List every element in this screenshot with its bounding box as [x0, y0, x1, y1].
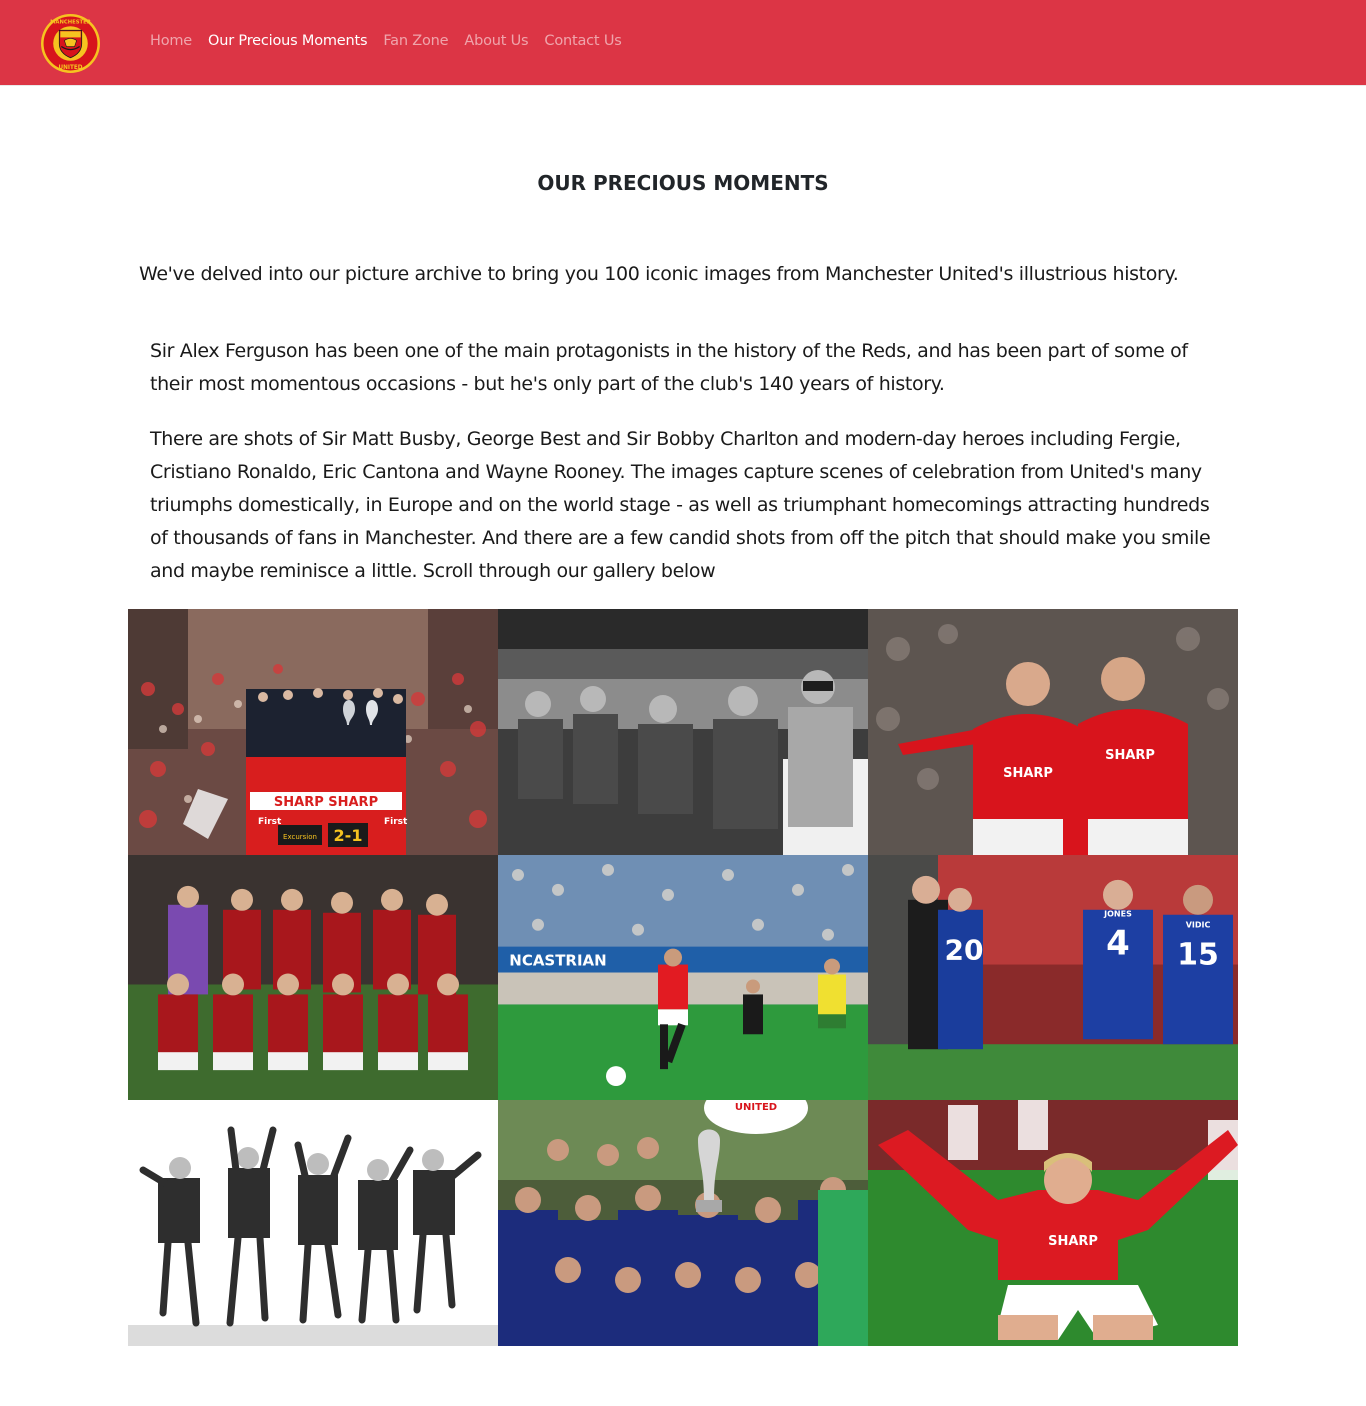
shirt-number-4: 4	[1106, 925, 1130, 964]
manchester-united-crest-icon[interactable]: MANCHESTER UNITED	[40, 13, 101, 74]
nav-precious-moments-link[interactable]: Our Precious Moments	[208, 33, 368, 49]
manager-hugging-player-photo[interactable]: 20 JONES 4 VIDIC 15	[868, 855, 1238, 1100]
shirt-sponsor-text: SHARP	[1003, 766, 1053, 781]
shirt-number-15: 15	[1177, 938, 1219, 973]
team-squad-photo[interactable]	[128, 855, 498, 1100]
bus-score-text: 2-1	[334, 826, 363, 845]
ferguson-paragraph: Sir Alex Ferguson has been one of the ma…	[150, 340, 1188, 395]
shirt-name-jones: JONES	[1103, 910, 1132, 919]
page-title: OUR PRECIOUS MOMENTS	[537, 171, 829, 195]
europa-league-trophy-celebration-photo[interactable]: UNITED	[498, 1100, 868, 1346]
nav-menu: Home Our Precious Moments Fan Zone About…	[150, 33, 622, 49]
shirt-name-vidic: VIDIC	[1186, 921, 1211, 930]
back-number-text: 20	[945, 934, 984, 967]
nav-about-us-link[interactable]: About Us	[464, 33, 528, 49]
nav-contact-us-link[interactable]: Contact Us	[544, 33, 621, 49]
player-knee-slide-photo[interactable]: SHARP	[868, 1100, 1238, 1346]
players-celebrating-photo[interactable]: SHARP SHARP	[868, 609, 1238, 855]
crest-text-bottom: UNITED	[59, 65, 83, 71]
player-running-match-photo[interactable]: NCASTRIAN	[498, 855, 868, 1100]
gallery-description-paragraph: There are shots of Sir Matt Busby, Georg…	[150, 428, 1211, 582]
bus-destination-text: Excursion	[283, 833, 317, 841]
shirt-sponsor-text-2: SHARP	[1105, 748, 1155, 763]
intro-paragraph: We've delved into our picture archive to…	[139, 263, 1179, 285]
nav-fan-zone-link[interactable]: Fan Zone	[383, 33, 448, 49]
shirt-sponsor-text-slide: SHARP	[1048, 1234, 1098, 1249]
photo-gallery: SHARP SHARP Excursion 2-1 First First SH…	[128, 609, 1238, 1346]
trophy-parade-bus-photo[interactable]: SHARP SHARP Excursion 2-1 First First	[128, 609, 498, 855]
stadium-banner-text: NCASTRIAN	[509, 952, 606, 970]
managers-dugout-bw-photo[interactable]	[498, 609, 868, 855]
crest-text-top: MANCHESTER	[50, 20, 91, 26]
nav-home-link[interactable]: Home	[150, 33, 192, 49]
bus-brand-left: First	[258, 817, 282, 827]
banner-text: UNITED	[735, 1102, 777, 1113]
bus-sign-text: SHARP SHARP	[274, 795, 378, 810]
top-navbar: MANCHESTER UNITED Home Our Precious Mome…	[0, 0, 1366, 86]
bus-brand-right: First	[384, 817, 408, 827]
players-jumping-bw-photo[interactable]	[128, 1100, 498, 1346]
